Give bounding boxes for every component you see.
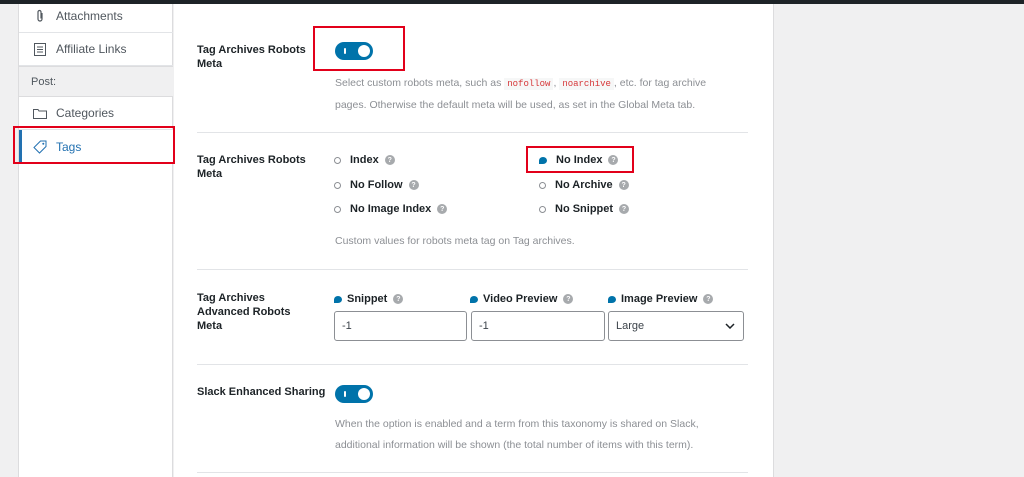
checkbox-snippet[interactable] — [334, 295, 342, 303]
divider — [197, 269, 748, 270]
snippet-option[interactable]: Snippet ? — [334, 293, 404, 305]
help-icon[interactable]: ? — [619, 204, 630, 214]
sidebar-item-attachments[interactable]: Attachments — [19, 0, 173, 33]
radio-no-archive[interactable] — [539, 181, 546, 189]
divider — [197, 132, 748, 133]
radio-no-snippet[interactable] — [539, 205, 546, 213]
help-icon[interactable]: ? — [563, 294, 574, 304]
option-no-image-index[interactable]: No Image Index ? — [334, 203, 448, 215]
chevron-down-icon — [725, 320, 735, 332]
radio-no-follow[interactable] — [334, 181, 341, 189]
advanced-robots-label: Tag Archives Advanced Robots Meta — [197, 292, 291, 332]
help-icon[interactable]: ? — [437, 204, 448, 214]
divider — [197, 472, 748, 473]
help-icon[interactable]: ? — [393, 294, 404, 304]
slack-sharing-description: When the option is enabled and a term fr… — [335, 418, 699, 451]
right-pane — [773, 4, 1024, 477]
option-no-archive[interactable]: No Archive ? — [539, 179, 629, 191]
highlight-box — [313, 26, 405, 71]
sidebar-item-label: Categories — [56, 106, 115, 120]
help-icon[interactable]: ? — [703, 294, 714, 304]
sidebar-item-affiliate-links[interactable]: Affiliate Links — [19, 33, 173, 66]
robots-meta-options-label: Tag Archives Robots Meta — [197, 154, 306, 180]
slack-sharing-toggle[interactable] — [335, 385, 373, 403]
video-preview-option[interactable]: Video Preview ? — [470, 293, 574, 305]
image-preview-option[interactable]: Image Preview ? — [608, 293, 714, 305]
video-preview-input[interactable]: -1 — [471, 311, 605, 341]
sidebar: Attachments Affiliate Links Post: Catego… — [18, 4, 173, 477]
robots-meta-options-description: Custom values for robots meta tag on Tag… — [335, 235, 575, 247]
slack-sharing-label: Slack Enhanced Sharing — [197, 386, 326, 398]
snippet-input[interactable]: -1 — [334, 311, 467, 341]
sidebar-item-label: Attachments — [56, 9, 123, 23]
highlight-box — [526, 146, 634, 173]
robots-meta-toggle-label: Tag Archives Robots Meta — [197, 44, 306, 70]
sidebar-item-label: Affiliate Links — [56, 42, 127, 56]
radio-index[interactable] — [334, 156, 341, 164]
option-no-snippet[interactable]: No Snippet ? — [539, 203, 630, 215]
help-icon[interactable]: ? — [408, 180, 419, 190]
nofollow-code: nofollow — [504, 78, 554, 90]
highlight-box — [13, 126, 175, 164]
checkbox-image-preview[interactable] — [608, 295, 616, 303]
option-index[interactable]: Index ? — [334, 154, 395, 166]
help-icon[interactable]: ? — [618, 180, 629, 190]
folder-icon — [33, 106, 47, 120]
sidebar-section-header: Post: — [19, 66, 173, 97]
image-preview-select[interactable]: Large — [608, 311, 744, 341]
help-icon[interactable]: ? — [384, 155, 395, 165]
checkbox-video-preview[interactable] — [470, 295, 478, 303]
settings-panel: Tag Archives Robots Meta Select custom r… — [174, 4, 773, 477]
paperclip-icon — [33, 9, 47, 23]
list-icon — [33, 42, 47, 56]
robots-meta-toggle-description: Select custom robots meta, such as nofol… — [335, 77, 707, 111]
noarchive-code: noarchive — [559, 78, 614, 90]
divider — [197, 364, 748, 365]
radio-no-image-index[interactable] — [334, 205, 341, 213]
option-no-follow[interactable]: No Follow ? — [334, 179, 419, 191]
